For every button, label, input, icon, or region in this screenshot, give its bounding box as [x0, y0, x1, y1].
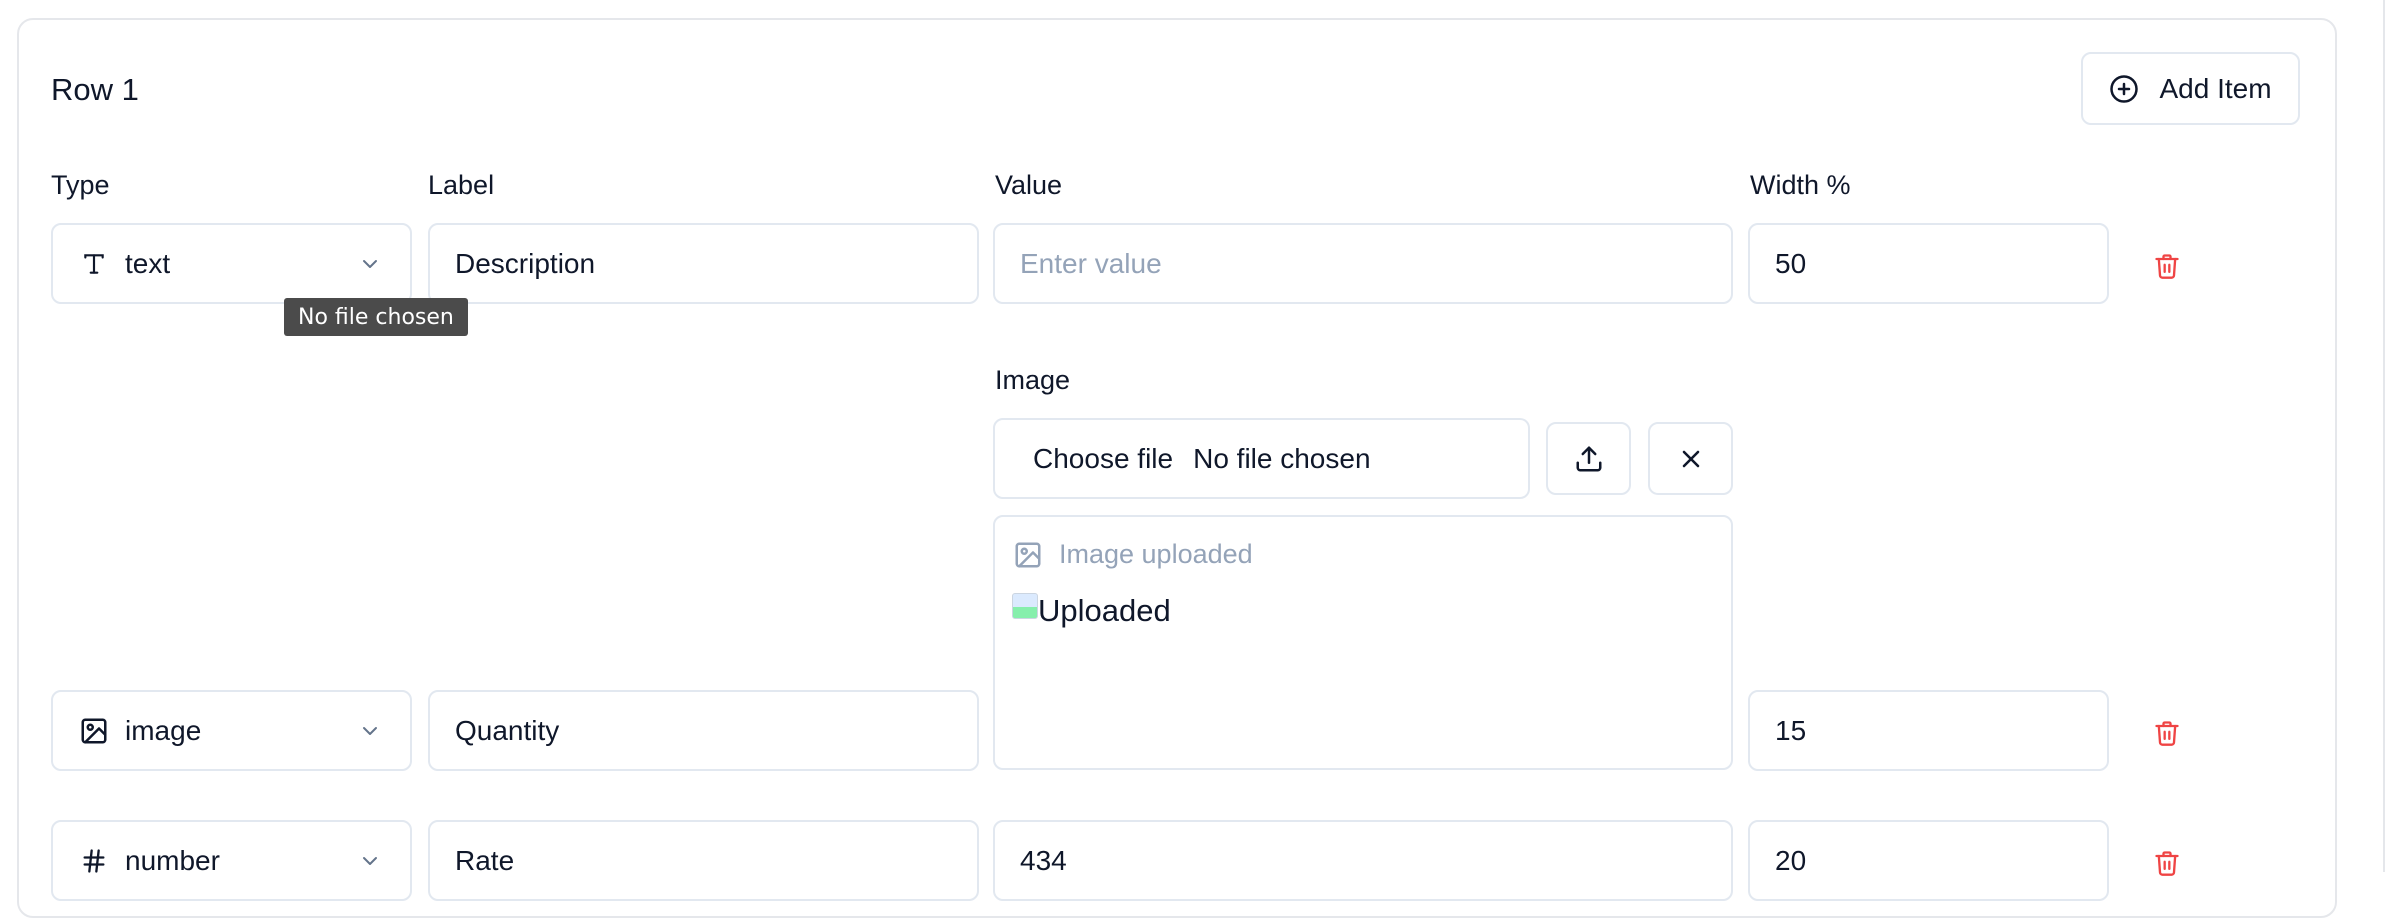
text-type-icon: [79, 250, 109, 278]
chevron-down-icon: [358, 252, 382, 276]
column-header-value: Value: [995, 170, 1063, 200]
label-input-value: Description: [455, 247, 596, 279]
choose-file-button[interactable]: Choose file: [1033, 443, 1173, 475]
type-select-item-3[interactable]: number: [51, 820, 412, 901]
image-icon: [1015, 542, 1041, 567]
file-tooltip: No file chosen: [284, 298, 468, 336]
value-input-placeholder: Enter value: [1020, 247, 1162, 279]
delete-item-2-button[interactable]: [2147, 713, 2187, 753]
label-input-item-2[interactable]: Quantity: [428, 690, 979, 771]
width-input-value: 50: [1775, 247, 1807, 279]
column-header-type: Type: [51, 170, 110, 200]
uploaded-image: Uploaded: [1012, 593, 1171, 629]
width-input-item-3[interactable]: 20: [1748, 820, 2109, 901]
width-input-value: 15: [1775, 714, 1807, 746]
column-header-label: Label: [428, 170, 495, 200]
image-preview: Image uploaded Uploaded: [993, 515, 1733, 770]
label-input-item-1[interactable]: Description: [428, 223, 979, 304]
chevron-down-icon: [358, 849, 382, 873]
hash-icon: [79, 847, 109, 875]
width-input-item-2[interactable]: 15: [1748, 690, 2109, 771]
trash-icon: [2155, 254, 2179, 279]
upload-button[interactable]: [1546, 422, 1631, 495]
trash-icon: [2155, 721, 2179, 746]
add-item-button[interactable]: Add Item: [2081, 52, 2300, 125]
value-input-item-3[interactable]: 434: [993, 820, 1733, 901]
uploaded-image-alt: Uploaded: [1038, 593, 1171, 628]
plus-circle-icon: [2110, 74, 2139, 103]
image-field-label: Image: [995, 365, 1071, 395]
file-status: No file chosen: [1193, 442, 1371, 474]
chevron-down-icon: [358, 719, 382, 743]
close-icon: [1682, 450, 1699, 467]
image-type-icon: [79, 716, 109, 746]
label-input-item-3[interactable]: Rate: [428, 820, 979, 901]
value-input-item-1[interactable]: Enter value: [993, 223, 1733, 304]
width-input-item-1[interactable]: 50: [1748, 223, 2109, 304]
image-preview-hint: Image uploaded: [1059, 539, 1253, 569]
trash-icon: [2155, 851, 2179, 876]
file-input[interactable]: Choose file No file chosen: [993, 418, 1530, 499]
page-divider: [2383, 0, 2385, 872]
type-select-item-2[interactable]: image: [51, 690, 412, 771]
column-header-width: Width %: [1750, 170, 1851, 200]
add-item-label: Add Item: [2159, 72, 2272, 104]
upload-icon: [1576, 446, 1601, 471]
label-input-value: Quantity: [455, 714, 560, 746]
clear-file-button[interactable]: [1648, 422, 1733, 495]
type-select-item-1[interactable]: text: [51, 223, 412, 304]
row-title: Row 1: [51, 72, 139, 107]
delete-item-3-button[interactable]: [2147, 843, 2187, 883]
broken-image-icon: [1012, 593, 1038, 619]
delete-item-1-button[interactable]: [2147, 246, 2187, 286]
